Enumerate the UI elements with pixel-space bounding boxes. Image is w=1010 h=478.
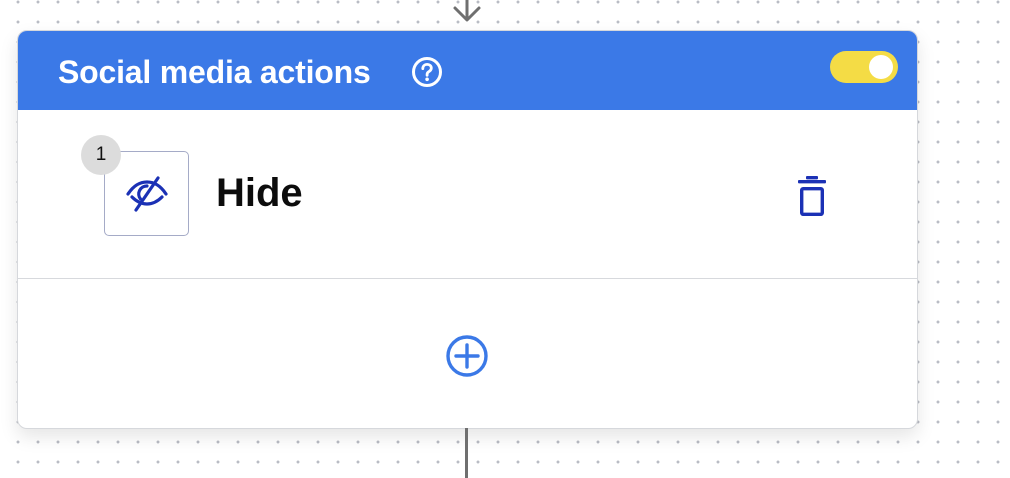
step-number-badge: 1	[81, 135, 121, 175]
action-row-hide: 1 Hide	[18, 110, 917, 279]
trash-icon[interactable]	[790, 174, 834, 218]
social-media-actions-card: Social media actions 1 Hide	[17, 30, 918, 429]
help-icon[interactable]	[411, 56, 443, 88]
toggle-knob	[869, 55, 893, 79]
outgoing-connector-line	[465, 428, 468, 478]
card-title: Social media actions	[58, 54, 371, 90]
add-action-button[interactable]	[445, 334, 489, 378]
card-enabled-toggle[interactable]	[830, 51, 898, 83]
card-header: Social media actions	[18, 31, 917, 110]
incoming-connector-arrow-icon	[453, 0, 481, 22]
eye-slash-icon	[126, 176, 168, 212]
action-label: Hide	[216, 171, 303, 215]
